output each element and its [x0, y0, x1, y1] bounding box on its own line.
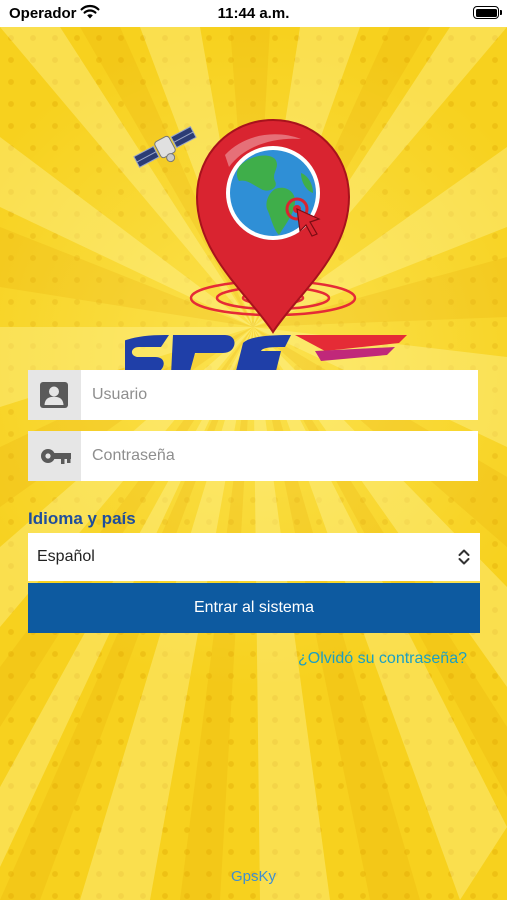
footer-brand: GpsKy	[230, 868, 276, 885]
satellite-icon	[133, 126, 197, 168]
username-field[interactable]	[28, 370, 478, 420]
language-label: Idioma y país	[28, 509, 136, 528]
login-button[interactable]: Entrar al sistema	[28, 583, 480, 633]
app-logo	[125, 118, 407, 375]
chevron-up-down-icon	[457, 548, 471, 571]
password-field[interactable]	[28, 431, 478, 481]
status-bar: Operador 11:44 a.m.	[0, 0, 507, 27]
brand-wordmark	[125, 335, 407, 375]
status-time: 11:44 a.m.	[217, 5, 290, 22]
key-icon	[28, 431, 81, 481]
forgot-password-link[interactable]: ¿Olvidó su contraseña?	[298, 650, 467, 668]
battery-icon	[473, 6, 502, 19]
username-input[interactable]	[92, 370, 472, 420]
password-input[interactable]	[92, 431, 472, 481]
language-select[interactable]: Español	[28, 533, 480, 581]
user-icon	[28, 370, 81, 420]
language-selected-value: Español	[37, 548, 95, 565]
